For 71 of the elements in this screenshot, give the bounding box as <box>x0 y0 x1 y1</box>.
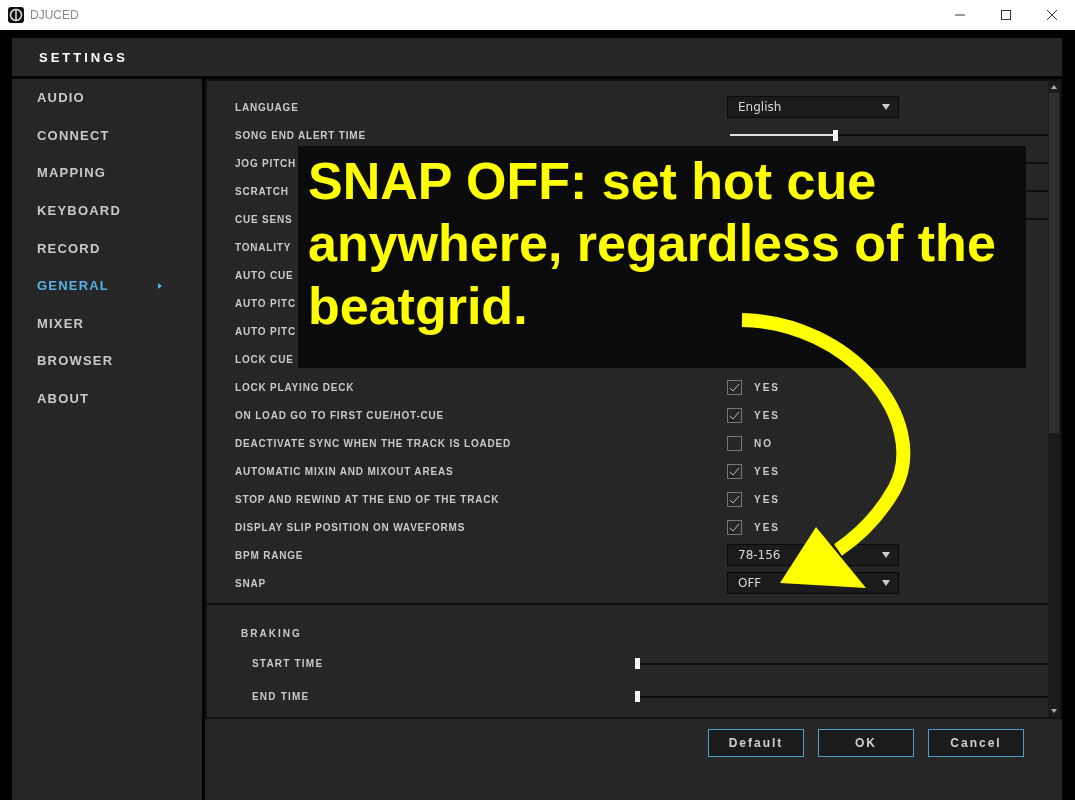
setting-label: DISPLAY SLIP POSITION ON WAVEFORMS <box>235 521 467 533</box>
setting-label: ON LOAD GO TO FIRST CUE/HOT-CUE <box>235 409 446 421</box>
app-logo-icon <box>8 7 24 23</box>
dialog-button[interactable]: Cancel <box>928 729 1024 757</box>
setting-label: SCRATCH <box>235 185 290 197</box>
scrollbar[interactable] <box>1048 81 1060 717</box>
setting-label: AUTOMATIC MIXIN AND MIXOUT AREAS <box>235 465 455 477</box>
setting-label: STOP AND REWIND AT THE END OF THE TRACK <box>235 493 501 505</box>
checkbox[interactable] <box>727 435 742 451</box>
setting-label: AUTO CUE <box>235 269 295 281</box>
setting-label: SNAP <box>235 577 267 589</box>
settings-title: SETTINGS <box>12 38 1062 76</box>
checkmark-icon <box>729 466 740 476</box>
checkbox-label: YES <box>754 493 780 505</box>
setting-label: AUTO PITC <box>235 325 297 337</box>
setting-label: START TIME <box>252 658 325 669</box>
sidebar-item[interactable]: GENERAL <box>12 266 162 305</box>
sidebar-item[interactable]: CONNECT <box>12 116 162 155</box>
setting-label: DEACTIVATE SYNC WHEN THE TRACK IS LOADED <box>235 437 513 449</box>
checkmark-icon <box>729 410 740 420</box>
slider-track[interactable] <box>730 129 1048 141</box>
scroll-up-icon[interactable] <box>1051 85 1057 89</box>
slider-thumb[interactable] <box>635 691 640 702</box>
setting-label: TONALITY <box>235 241 293 253</box>
sidebar-item[interactable]: BROWSER <box>12 342 162 380</box>
checkbox-label: YES <box>754 409 780 421</box>
close-icon[interactable] <box>1047 10 1057 20</box>
sidebar-item[interactable]: MIXER <box>12 304 162 343</box>
dropdown-caret-icon <box>882 104 890 110</box>
slider-thumb[interactable] <box>635 658 640 669</box>
sidebar-item[interactable]: AUDIO <box>12 79 162 117</box>
checkmark-icon <box>729 522 740 532</box>
slider-track[interactable] <box>635 691 1048 702</box>
setting-label: LOCK PLAYING DECK <box>235 381 356 393</box>
slider-thumb[interactable] <box>833 129 839 141</box>
annotation-text: SNAP OFF: set hot cue anywhere, regardless of the beatgrid. <box>308 151 997 337</box>
checkbox[interactable] <box>727 519 742 535</box>
window-title: DJUCED <box>30 8 80 22</box>
dropdown-caret-icon <box>882 580 890 586</box>
setting-label: END TIME <box>252 691 311 702</box>
chevron-icon <box>158 282 162 289</box>
checkbox[interactable] <box>727 379 742 395</box>
setting-label: LANGUAGE <box>235 101 300 113</box>
scroll-down-icon[interactable] <box>1051 709 1057 713</box>
slider-track[interactable] <box>635 658 1048 669</box>
scroll-thumb[interactable] <box>1049 93 1059 433</box>
dialog-button[interactable]: OK <box>818 729 914 757</box>
sidebar-item[interactable]: MAPPING <box>12 154 162 192</box>
section-title: BRAKING <box>241 626 302 641</box>
setting-label: BPM RANGE <box>235 549 305 561</box>
setting-label: CUE SENS <box>235 213 294 225</box>
sidebar-item[interactable]: ABOUT <box>12 379 162 418</box>
sidebar-item[interactable]: KEYBOARD <box>12 191 162 230</box>
checkbox-label: NO <box>754 437 773 449</box>
checkbox-label: YES <box>754 381 780 393</box>
sidebar-item[interactable]: RECORD <box>12 229 162 267</box>
checkbox[interactable] <box>727 463 742 479</box>
dialog-button[interactable]: Default <box>708 729 804 757</box>
checkbox[interactable] <box>727 491 742 507</box>
setting-label: SONG END ALERT TIME <box>235 129 367 141</box>
setting-label: LOCK CUE <box>235 353 295 365</box>
checkmark-icon <box>729 382 740 392</box>
checkbox-label: YES <box>754 521 780 533</box>
maximize-icon[interactable] <box>1001 10 1011 20</box>
checkbox[interactable] <box>727 407 742 423</box>
checkbox-label: YES <box>754 465 780 477</box>
dropdown[interactable]: English <box>727 96 899 118</box>
checkmark-icon <box>729 494 740 504</box>
dropdown-caret-icon <box>882 552 890 558</box>
setting-label: JOG PITCH <box>235 157 298 169</box>
setting-label: AUTO PITC <box>235 297 297 309</box>
